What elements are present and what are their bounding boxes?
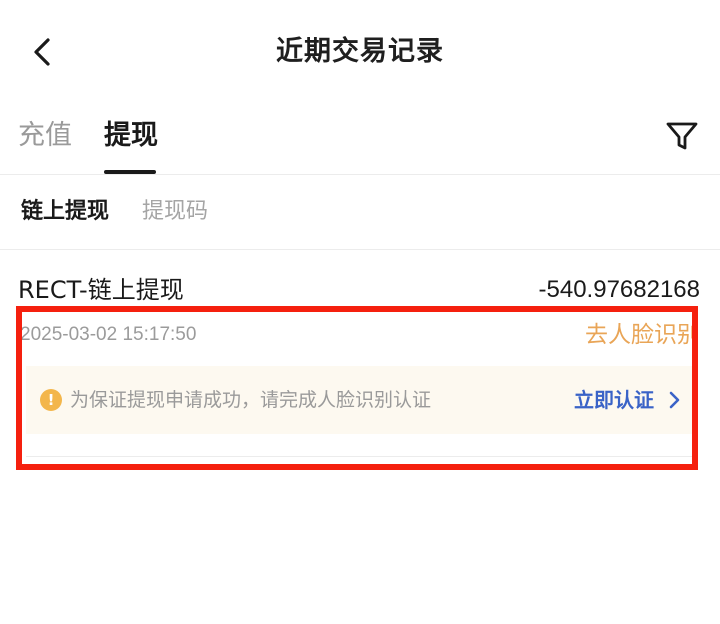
record-name: RECT-链上提现 [18, 276, 184, 304]
record-divider [26, 456, 694, 457]
withdraw-subtabs: 链上提现 提现码 [0, 175, 720, 250]
record-time: 2025-03-02 15:17:50 [20, 324, 197, 345]
active-tab-indicator [104, 170, 156, 174]
tab-withdraw[interactable]: 提现 [104, 116, 158, 156]
verify-now-label: 立即认证 [574, 388, 654, 412]
subtab-onchain-withdraw[interactable]: 链上提现 [21, 195, 109, 229]
chevron-right-icon [668, 391, 680, 409]
verify-now-button[interactable]: 立即认证 [574, 383, 680, 417]
page-title: 近期交易记录 [276, 36, 444, 67]
record-amount: -540.97682168 [538, 276, 700, 303]
subtab-withdraw-code[interactable]: 提现码 [142, 195, 208, 229]
face-verification-link[interactable]: 去人脸识别 [585, 318, 700, 352]
filter-button[interactable] [664, 118, 700, 154]
transaction-type-tabs: 充值 提现 [0, 104, 720, 175]
info-icon: ! [40, 389, 62, 411]
notice-text: 为保证提现申请成功，请完成人脸识别认证 [70, 389, 432, 411]
top-navigation-bar: 近期交易记录 [0, 0, 720, 104]
transaction-record[interactable]: RECT-链上提现 -540.97682168 2025-03-02 15:17… [0, 250, 720, 470]
tab-recharge[interactable]: 充值 [18, 116, 72, 156]
filter-icon [666, 122, 698, 150]
verification-notice: ! 为保证提现申请成功，请完成人脸识别认证 立即认证 [26, 366, 694, 434]
